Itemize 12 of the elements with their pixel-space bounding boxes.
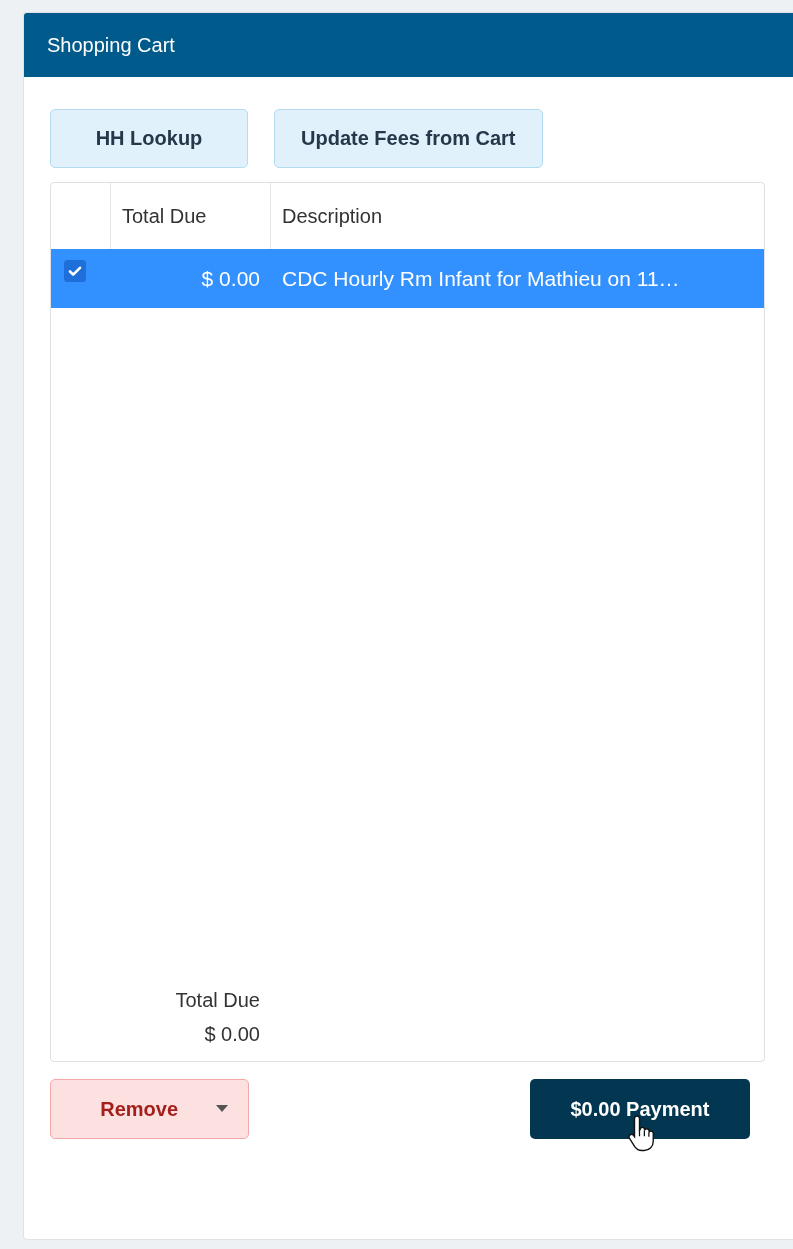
footer-label: Total Due — [175, 988, 260, 1013]
remove-dropdown-button[interactable]: Remove — [50, 1079, 249, 1139]
footer-total: $ 0.00 — [204, 1022, 260, 1047]
column-header[interactable]: Description — [271, 183, 764, 249]
action-button[interactable]: HH Lookup — [50, 109, 248, 168]
payment-button[interactable]: $0.00 Payment — [530, 1079, 750, 1139]
table-cell-text: CDC Hourly Rm Infant for Mathieu on 11… — [281, 266, 681, 291]
caret-icon — [216, 1105, 228, 1113]
table-cell-text: $ 0.00 — [200, 266, 261, 291]
panel-title: Shopping Cart — [47, 33, 175, 57]
row-checkbox[interactable] — [64, 260, 86, 282]
action-button[interactable]: Update Fees from Cart — [274, 109, 543, 168]
